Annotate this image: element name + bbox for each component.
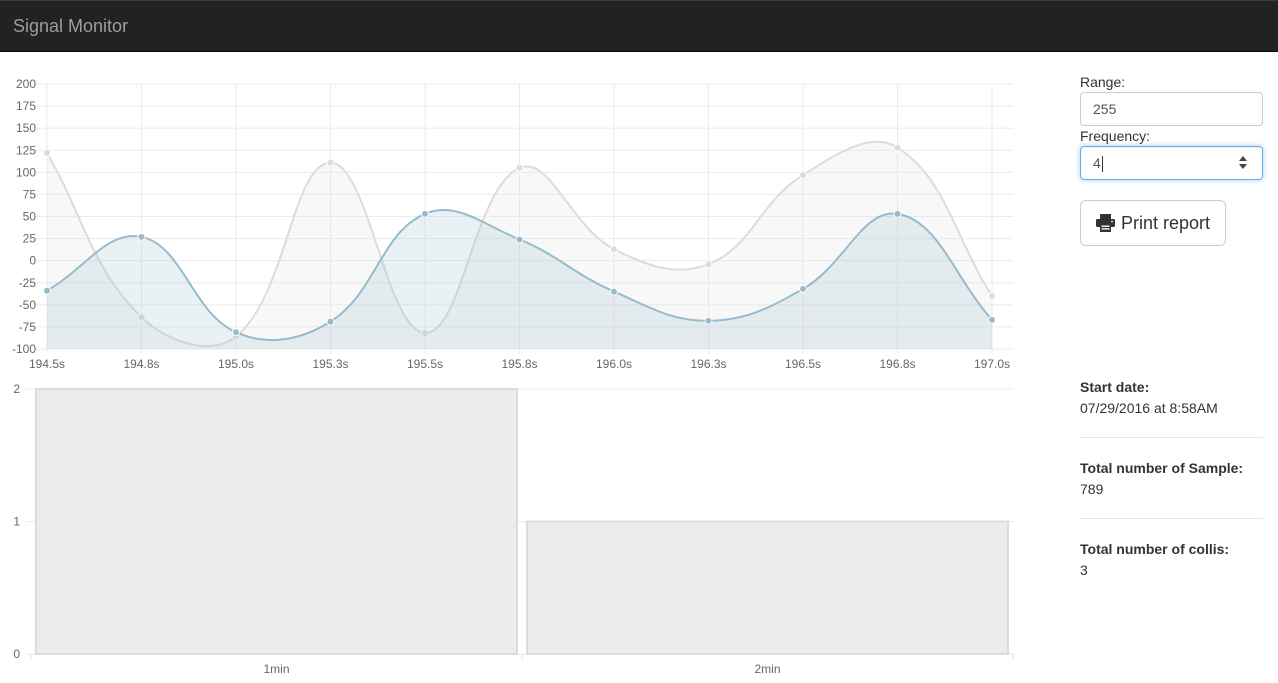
start-date-value: 07/29/2016 at 8:58AM [1080, 400, 1218, 416]
data-point [799, 284, 807, 293]
range-input[interactable]: 255 [1080, 92, 1263, 126]
data-point [704, 316, 713, 325]
frequency-label: Frequency: [1080, 128, 1151, 144]
start-date-stat: Start date: 07/29/2016 at 8:58AM [1080, 377, 1263, 419]
data-point [43, 148, 51, 157]
print-report-button[interactable]: Print report [1080, 200, 1226, 246]
data-point [515, 163, 524, 172]
data-point [988, 292, 996, 300]
x-tick-label: 194.8s [123, 357, 159, 371]
collis-value: 3 [1080, 562, 1088, 578]
x-tick-label: 196.8s [879, 357, 915, 371]
data-point [421, 209, 429, 218]
data-point [610, 287, 618, 296]
y-tick-label: 1 [13, 515, 20, 529]
y-tick-label: 50 [23, 210, 37, 224]
frequency-spinner[interactable] [1238, 155, 1248, 171]
data-point [515, 235, 524, 244]
collision-bar-chart: 0 1 2 1min 2min [13, 382, 1014, 676]
x-tick-label: 194.5s [29, 357, 65, 371]
spin-up-icon[interactable] [1239, 156, 1247, 161]
samples-label: Total number of Sample: [1080, 460, 1244, 476]
x-tick-label: 196.3s [690, 357, 726, 371]
data-point [893, 209, 902, 218]
x-tick-label: 196.0s [596, 357, 632, 371]
range-group: Range: 255 [1080, 72, 1263, 126]
data-point [326, 158, 335, 167]
data-point [704, 260, 713, 269]
collis-label: Total number of collis: [1080, 541, 1230, 557]
data-point [988, 315, 996, 324]
x-tick-label: 195.8s [501, 357, 537, 371]
range-label: Range: [1080, 74, 1126, 90]
stat-divider [1080, 437, 1263, 438]
navbar: Signal Monitor [0, 0, 1278, 52]
y-tick-label: 175 [16, 99, 36, 113]
y-tick-label: 0 [29, 254, 36, 268]
bar [35, 388, 518, 655]
y-tick-label: 200 [16, 77, 36, 91]
print-report-label: Print report [1121, 212, 1211, 233]
text-caret [1101, 156, 1103, 173]
frequency-group: Frequency: 4 [1080, 126, 1263, 180]
stat-divider [1080, 518, 1263, 519]
x-tick-label: 195.3s [312, 357, 348, 371]
y-tick-label: -50 [19, 298, 37, 312]
y-tick-label: 75 [23, 187, 37, 201]
x-tick-label: 196.5s [785, 357, 821, 371]
y-tick-label: 25 [23, 232, 37, 246]
y-tick-label: 0 [13, 647, 20, 661]
x-category-label: 2min [754, 662, 780, 676]
frequency-input-value: 4 [1093, 155, 1101, 171]
samples-value: 789 [1080, 481, 1104, 497]
data-point [232, 328, 240, 337]
samples-stat: Total number of Sample: 789 [1080, 458, 1263, 500]
frequency-input[interactable]: 4 [1080, 146, 1263, 180]
data-point [43, 286, 51, 295]
y-tick-label: 125 [16, 143, 36, 157]
bar [526, 520, 1009, 655]
y-tick-label: -75 [19, 320, 37, 334]
y-tick-label: 2 [13, 382, 20, 396]
x-category-label: 1min [263, 662, 289, 676]
y-tick-label: 100 [16, 165, 36, 179]
x-tick-label: 195.5s [407, 357, 443, 371]
data-point [799, 170, 807, 179]
y-tick-label: 150 [16, 121, 36, 135]
data-point [893, 143, 902, 152]
printer-icon [1096, 214, 1115, 232]
data-point [137, 232, 146, 241]
y-tick-label: -25 [19, 276, 37, 290]
brand-title[interactable]: Signal Monitor [13, 16, 128, 36]
collis-stat: Total number of collis: 3 [1080, 539, 1263, 581]
x-tick-label: 195.0s [218, 357, 254, 371]
x-tick-label: 197.0s [974, 357, 1010, 371]
data-point [326, 317, 335, 326]
range-input-value: 255 [1093, 101, 1117, 117]
signal-line-chart: -100 -75 -50 -25 0 25 50 75 100 125 150 175 200 194.5… [12, 77, 1013, 371]
y-tick-label: -100 [12, 342, 36, 356]
spin-down-icon[interactable] [1239, 164, 1247, 169]
data-point [610, 245, 618, 254]
start-date-label: Start date: [1080, 379, 1150, 395]
